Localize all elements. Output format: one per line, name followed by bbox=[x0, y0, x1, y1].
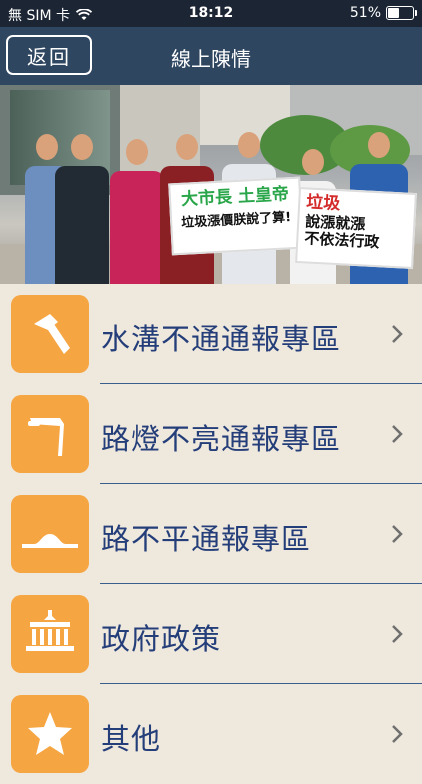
battery-percent: 51% bbox=[349, 5, 381, 21]
sign-left-line1: 大市長 土皇帝 bbox=[180, 184, 290, 210]
battery-icon bbox=[386, 6, 417, 20]
banner-photo: 大市長 土皇帝 垃圾漲價朕說了算! 垃圾 說漲就漲 不依法行政 bbox=[0, 85, 422, 284]
protest-sign-left: 大市長 土皇帝 垃圾漲價朕說了算! bbox=[168, 176, 304, 256]
person-figure bbox=[110, 139, 164, 284]
chevron-right-icon bbox=[392, 325, 403, 343]
menu-item-government-policy[interactable]: 政府政策 bbox=[0, 584, 422, 684]
star-icon bbox=[11, 695, 89, 773]
chevron-right-icon bbox=[392, 425, 403, 443]
hammer-icon bbox=[11, 295, 89, 373]
road-bump-icon bbox=[11, 495, 89, 573]
chevron-right-icon bbox=[392, 725, 403, 743]
sign-left-line2: 垃圾漲價朕說了算! bbox=[180, 209, 292, 231]
menu-list: 水溝不通通報專區 路燈不亮通報專區 路不平通報專區 政府政策 其他 bbox=[0, 284, 422, 784]
chevron-right-icon bbox=[392, 625, 403, 643]
menu-item-streetlight-report[interactable]: 路燈不亮通報專區 bbox=[0, 384, 422, 484]
chevron-right-icon bbox=[392, 525, 403, 543]
menu-item-label: 路不平通報專區 bbox=[101, 522, 312, 556]
person-figure bbox=[55, 134, 109, 284]
status-right: 51% bbox=[349, 5, 417, 21]
menu-item-label: 政府政策 bbox=[101, 622, 222, 656]
menu-item-label: 路燈不亮通報專區 bbox=[101, 422, 342, 456]
government-building-icon bbox=[11, 595, 89, 673]
protest-sign-right: 垃圾 說漲就漲 不依法行政 bbox=[295, 186, 417, 270]
menu-item-label: 其他 bbox=[101, 722, 162, 756]
menu-item-other[interactable]: 其他 bbox=[0, 684, 422, 784]
page-title: 線上陳情 bbox=[171, 47, 251, 71]
status-bar: 無 SIM 卡 18:12 51% bbox=[0, 0, 422, 27]
navigation-bar: 返回 線上陳情 bbox=[0, 27, 422, 85]
menu-item-drain-report[interactable]: 水溝不通通報專區 bbox=[0, 284, 422, 384]
streetlight-icon bbox=[11, 395, 89, 473]
battery-fill bbox=[388, 8, 400, 18]
menu-item-road-report[interactable]: 路不平通報專區 bbox=[0, 484, 422, 584]
menu-item-label: 水溝不通通報專區 bbox=[101, 322, 342, 356]
